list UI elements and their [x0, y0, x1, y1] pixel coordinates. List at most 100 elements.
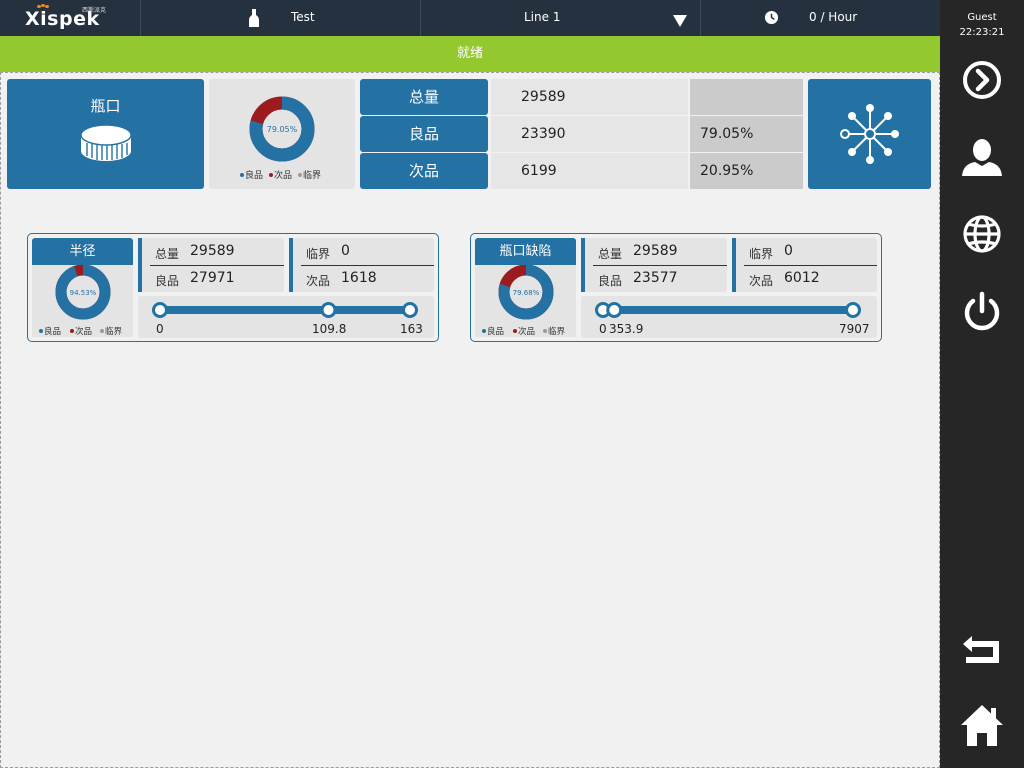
- clock-icon: [764, 10, 779, 25]
- good-value: 23390: [491, 116, 688, 152]
- total-value: 29589: [190, 243, 235, 259]
- brand-name-cn: 西斯派克: [82, 7, 107, 14]
- legend-critical: 临界: [105, 326, 123, 337]
- total-label: 总量: [598, 247, 623, 261]
- bottle-cap-icon: [80, 124, 132, 161]
- production-rate: 0 / Hour: [701, 0, 940, 36]
- status-text: 就绪: [456, 46, 483, 61]
- clock-time: 22:23:21: [959, 27, 1005, 38]
- home-button[interactable]: [957, 700, 1007, 750]
- legend-good: 良品: [487, 326, 504, 337]
- next-button[interactable]: [957, 55, 1007, 105]
- logo: Xispek 西斯派克: [0, 0, 141, 36]
- slider-min-label: 0: [156, 322, 164, 336]
- slider-max-handle[interactable]: [845, 302, 861, 318]
- network-hub-icon: [840, 104, 899, 164]
- slider-high-handle[interactable]: [320, 302, 337, 318]
- line-name: Line 1: [524, 10, 561, 24]
- detector-title: 半径: [32, 238, 133, 265]
- legend-defect: 次品: [75, 326, 92, 337]
- slider-max-handle[interactable]: [402, 302, 418, 318]
- line-selector[interactable]: Line 1: [421, 0, 701, 36]
- slider-low-handle[interactable]: [152, 302, 168, 318]
- network-button[interactable]: [808, 79, 931, 189]
- total-value: 29589: [491, 79, 688, 115]
- good-percent: 79.05%: [690, 116, 803, 152]
- power-icon: [964, 291, 1000, 331]
- sidebar: Guest 22:23:21: [940, 0, 1024, 768]
- good-value: 23577: [633, 270, 678, 286]
- summary-donut: 79.05% 良品 次品 临界: [240, 96, 321, 181]
- defect-value: 6199: [491, 153, 688, 189]
- main-panel: 瓶口 79.05% 良品 次品 临界 总量 29589 良品 23390 79.…: [0, 72, 940, 768]
- critical-value: 0: [341, 243, 350, 259]
- back-icon: [963, 636, 999, 663]
- detector-donut-label: 94.53%: [70, 289, 97, 297]
- slider-min-label: 0: [599, 322, 607, 336]
- critical-label: 临界: [306, 247, 331, 261]
- slider-high-handle[interactable]: [606, 302, 623, 318]
- detector-counts-left: 总量 29589 良品 27971: [138, 238, 284, 292]
- legend-defect: 次品: [518, 326, 535, 337]
- detector-donut: 79.68% 良品 次品 临界: [482, 264, 566, 337]
- summary-donut-label: 79.05%: [267, 125, 298, 134]
- globe-icon: [963, 215, 1001, 253]
- slider-mid-label: 109.8: [312, 322, 347, 336]
- total-value: 29589: [633, 243, 678, 259]
- legend-critical: 临界: [303, 169, 321, 181]
- bottle-icon: [249, 9, 259, 27]
- summary-chart: 79.05% 良品 次品 临界: [209, 79, 355, 189]
- detector-card-finish-defect[interactable]: 瓶口缺陷 79.68% 良品 次品 临界 总量 29589 良品 23577 临: [470, 233, 882, 342]
- slider-max-label: 7907: [839, 322, 870, 336]
- detector-chart: 79.68% 良品 次品 临界: [475, 264, 576, 337]
- detector-donut-label: 79.68%: [513, 289, 540, 297]
- threshold-slider[interactable]: 0 353.9 7907: [581, 296, 877, 338]
- bad-value: 6012: [784, 270, 820, 286]
- dropdown-arrow-icon[interactable]: [673, 15, 687, 27]
- critical-value: 0: [784, 243, 793, 259]
- slider-track: [603, 306, 853, 314]
- status-bar: 就绪: [0, 36, 940, 72]
- slider-mid-label: 353.9: [609, 322, 644, 336]
- good-value: 27971: [190, 270, 235, 286]
- legend-critical: 临界: [548, 326, 566, 337]
- total-label: 总量: [360, 79, 488, 115]
- bad-label: 次品: [749, 274, 774, 288]
- next-icon: [963, 61, 1001, 99]
- bad-label: 次品: [306, 274, 331, 288]
- detector-counts-left: 总量 29589 良品 23577: [581, 238, 727, 292]
- top-bar: Xispek 西斯派克 Test Line 1 0 / Hour: [0, 0, 940, 36]
- slider-max-label: 163: [400, 322, 423, 336]
- user-button[interactable]: [957, 133, 1007, 183]
- threshold-slider[interactable]: 0 109.8 163: [138, 296, 434, 338]
- legend-good: 良品: [44, 326, 61, 337]
- detector-donut: 94.53% 良品 次品 临界: [39, 264, 123, 337]
- legend-good: 良品: [245, 169, 263, 181]
- detector-counts-right: 临界 0 次品 1618: [289, 238, 434, 292]
- product-selector[interactable]: Test: [141, 0, 421, 36]
- detector-card-radius[interactable]: 半径 94.53% 良品 次品 临界 总量 29589 良品 27971 临界: [27, 233, 439, 342]
- product-name: Test: [291, 10, 315, 24]
- total-percent: [690, 79, 803, 115]
- defect-label: 次品: [360, 153, 488, 189]
- user-icon: [962, 139, 1002, 176]
- critical-label: 临界: [749, 247, 774, 261]
- detector-chart: 94.53% 良品 次品 临界: [32, 264, 133, 337]
- good-label: 良品: [155, 274, 180, 288]
- bad-value: 1618: [341, 270, 377, 286]
- back-button[interactable]: [957, 627, 1007, 677]
- legend-defect: 次品: [274, 169, 292, 181]
- inspection-title: 瓶口: [90, 97, 121, 115]
- home-icon: [961, 705, 1003, 746]
- good-label: 良品: [360, 116, 488, 152]
- inspection-tile[interactable]: 瓶口: [7, 79, 204, 189]
- defect-percent: 20.95%: [690, 153, 803, 189]
- language-button[interactable]: [957, 209, 1007, 259]
- power-button[interactable]: [957, 287, 1007, 337]
- good-label: 良品: [598, 274, 623, 288]
- detector-counts-right: 临界 0 次品 6012: [732, 238, 877, 292]
- total-label: 总量: [155, 247, 180, 261]
- current-user: Guest: [967, 12, 997, 23]
- rate-value: 0 / Hour: [809, 10, 858, 24]
- slider-track: [160, 306, 410, 314]
